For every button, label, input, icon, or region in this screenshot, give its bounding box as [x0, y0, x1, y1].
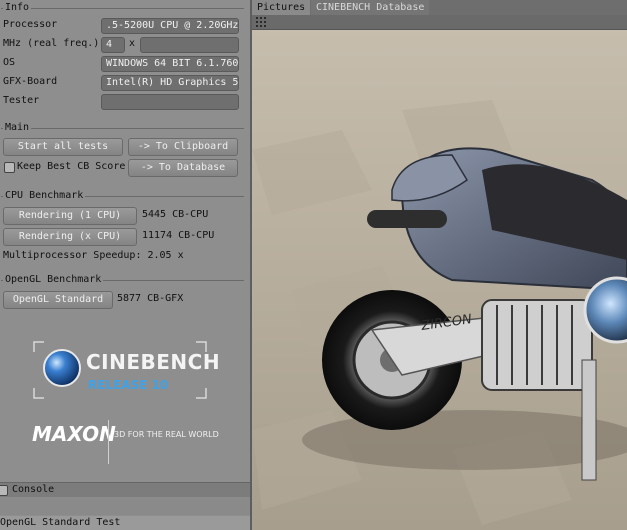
motorcycle-render-image: ZIRCON: [252, 30, 627, 530]
rendering-xcpu-result: 11174 CB-CPU: [142, 230, 215, 241]
console-checkbox[interactable]: [0, 485, 8, 496]
rendering-xcpu-button[interactable]: Rendering (x CPU): [3, 228, 137, 246]
opengl-group: OpenGL Benchmark OpenGL Standard 5877 CB…: [1, 274, 244, 311]
gfx-label: GFX-Board: [3, 76, 58, 87]
to-database-button[interactable]: -> To Database: [128, 159, 238, 177]
speedup-text: Multiprocessor Speedup: 2.05 x: [3, 250, 184, 261]
console-label: Console: [12, 484, 55, 495]
keep-best-label: Keep Best CB Score: [17, 161, 126, 172]
picture-toolbar: [252, 15, 627, 30]
cpu-group: CPU Benchmark Rendering (1 CPU) 5445 CB-…: [1, 190, 244, 269]
maxon-wordmark: MAXON: [32, 422, 116, 446]
processor-label: Processor: [3, 19, 58, 30]
release-label: RELEASE 10: [88, 378, 169, 392]
mhz-label: MHz (real freq.): [3, 38, 100, 49]
main-group: Main Start all tests -> To Clipboard Kee…: [1, 122, 244, 183]
main-group-title: Main: [3, 122, 32, 133]
render-view: ZIRCON: [252, 30, 627, 530]
status-text: OpenGL Standard Test: [0, 517, 121, 528]
os-field[interactable]: WINDOWS 64 BIT 6.1.760: [101, 56, 239, 72]
console-area: [0, 497, 250, 515]
mhz-x-label: x: [129, 38, 136, 49]
right-panel: Pictures CINEBENCH Database ZIRCON: [252, 0, 627, 530]
tester-label: Tester: [3, 95, 40, 106]
tab-pictures[interactable]: Pictures: [252, 0, 311, 15]
cinebench-sphere-icon: [43, 349, 81, 387]
info-group: Info Processor .5-5200U CPU @ 2.20GHz MH…: [1, 2, 244, 116]
opengl-standard-result: 5877 CB-GFX: [117, 293, 184, 304]
start-all-tests-button[interactable]: Start all tests: [3, 138, 123, 156]
maxon-divider: [108, 420, 109, 464]
maxon-tagline: 3D FOR THE REAL WORLD: [114, 430, 219, 439]
cinebench-wordmark: CINEBENCH: [86, 350, 221, 374]
tester-field[interactable]: [101, 94, 239, 110]
info-group-title: Info: [3, 2, 32, 13]
gfx-field[interactable]: Intel(R) HD Graphics 5: [101, 75, 239, 91]
cpu-group-title: CPU Benchmark: [3, 190, 86, 201]
grip-icon[interactable]: [256, 17, 268, 27]
tab-bar: Pictures CINEBENCH Database: [252, 0, 627, 15]
opengl-group-title: OpenGL Benchmark: [3, 274, 104, 285]
keep-best-checkbox[interactable]: [4, 162, 15, 173]
rendering-1cpu-button[interactable]: Rendering (1 CPU): [3, 207, 137, 225]
tab-cinebench-database[interactable]: CINEBENCH Database: [311, 0, 430, 15]
os-label: OS: [3, 57, 16, 68]
to-clipboard-button[interactable]: -> To Clipboard: [128, 138, 238, 156]
processor-field[interactable]: .5-5200U CPU @ 2.20GHz: [101, 18, 239, 34]
rendering-1cpu-result: 5445 CB-CPU: [142, 209, 209, 220]
mhz-cores-field[interactable]: 4: [101, 37, 125, 53]
left-panel: Info Processor .5-5200U CPU @ 2.20GHz MH…: [0, 0, 250, 530]
cinebench-logo: CINEBENCH RELEASE 10: [32, 340, 220, 400]
mhz-freq-field[interactable]: [140, 37, 239, 53]
console-bar: Console: [0, 482, 250, 497]
status-bar: OpenGL Standard Test: [0, 516, 250, 530]
maxon-logo: MAXON 3D FOR THE REAL WORLD: [32, 420, 232, 464]
opengl-standard-button[interactable]: OpenGL Standard: [3, 291, 113, 309]
